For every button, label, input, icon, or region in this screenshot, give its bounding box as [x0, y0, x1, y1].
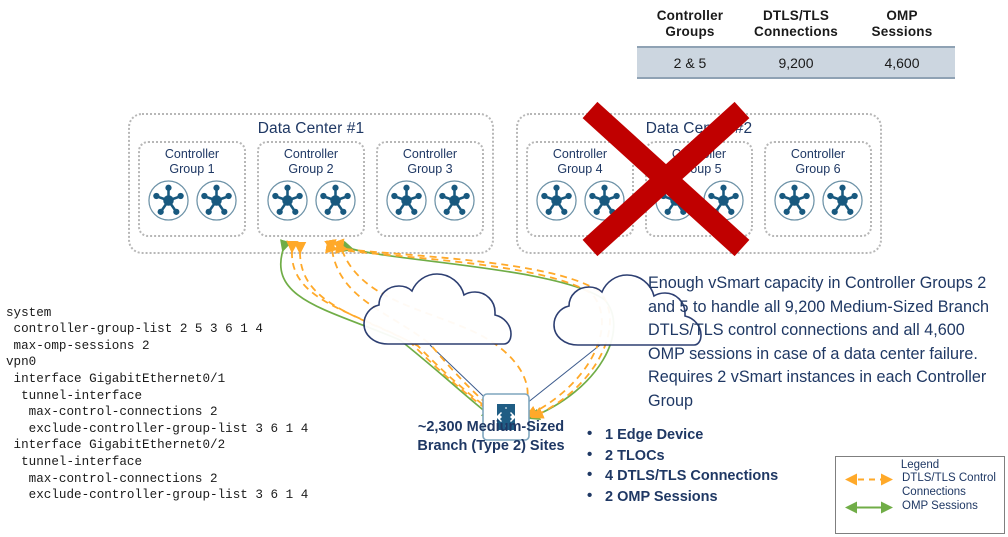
vsmart-controller-icon	[147, 180, 189, 221]
vsmart-controller-icon	[535, 180, 577, 221]
controller-group-1-icons	[147, 179, 238, 222]
summary-table-data-row: 2 & 5 9,200 4,600	[637, 48, 955, 77]
controller-group-2-icons	[266, 179, 357, 222]
controller-group-6[interactable]: Controller Group 6	[764, 141, 872, 237]
legend-item-omp: OMP Sessions	[836, 500, 1004, 514]
controller-group-3[interactable]: Controller Group 3	[376, 141, 484, 237]
vsmart-controller-icon	[773, 180, 815, 221]
data-center-2-container: Data Center #2 Controller Group 4 Contro…	[516, 113, 882, 254]
controller-group-2-label: Controller Group 2	[283, 147, 339, 176]
controller-group-4-label: Controller Group 4	[552, 147, 608, 176]
omp-session-paths	[280, 239, 615, 420]
controller-group-6-icons	[773, 179, 864, 222]
controller-group-6-label: Controller Group 6	[790, 147, 846, 176]
solid-double-arrow-icon	[840, 500, 902, 514]
legend-box: Legend DTLS/TLS Control Connections OMP …	[835, 456, 1005, 534]
controller-group-5[interactable]: Controller Group 5	[645, 141, 753, 237]
controller-group-1-label: Controller Group 1	[164, 147, 220, 176]
data-center-1-groups: Controller Group 1 Controller Group 2 Co…	[130, 138, 492, 237]
cell-omp-sessions: 4,600	[884, 54, 920, 71]
controller-group-3-icons	[385, 179, 476, 222]
table-bottom-rule	[637, 77, 955, 79]
legend-label-omp: OMP Sessions	[902, 500, 978, 512]
legend-title: Legend	[900, 459, 940, 471]
data-center-2-groups: Controller Group 4 Controller Group 5 Co…	[518, 138, 880, 237]
device-configuration-text: system controller-group-list 2 5 3 6 1 4…	[6, 305, 309, 503]
list-item: 2 OMP Sessions	[583, 486, 833, 508]
controller-group-4[interactable]: Controller Group 4	[526, 141, 634, 237]
list-item: 4 DTLS/TLS Connections	[583, 465, 833, 487]
transport-cloud-1	[363, 273, 512, 345]
vsmart-controller-icon	[654, 180, 696, 221]
legend-item-dtls-tls: DTLS/TLS Control Connections	[836, 472, 1004, 499]
transport-links	[429, 344, 601, 416]
cell-controller-groups: 2 & 5	[673, 54, 707, 71]
controller-group-5-icons	[654, 179, 745, 222]
data-center-1-title: Data Center #1	[257, 120, 365, 137]
dtls-tls-control-paths	[286, 238, 611, 420]
vsmart-controller-icon	[385, 180, 427, 221]
summary-header-omp-sessions: OMP Sessions	[871, 8, 933, 39]
controller-group-3-label: Controller Group 3	[402, 147, 458, 176]
capacity-explanation-text: Enough vSmart capacity in Controller Gro…	[648, 274, 990, 410]
data-center-1-container: Data Center #1 Controller Group 1 Contro…	[128, 113, 494, 254]
vsmart-controller-icon	[314, 180, 356, 221]
vsmart-controller-icon	[433, 180, 475, 221]
list-item: 2 TLOCs	[583, 445, 833, 467]
vsmart-controller-icon	[702, 180, 744, 221]
dashed-double-arrow-icon	[840, 472, 902, 486]
vsmart-controller-icon	[266, 180, 308, 221]
branch-sites-label: ~2,300 Medium-Sized Branch (Type 2) Site…	[417, 419, 565, 454]
cell-dtls-tls-connections: 9,200	[778, 54, 814, 71]
controller-group-5-label: Controller Group 5	[671, 147, 727, 176]
vsmart-controller-icon	[195, 180, 237, 221]
summary-table: Controller Groups DTLS/TLS Connections O…	[637, 0, 955, 79]
vsmart-controller-icon	[821, 180, 863, 221]
summary-table-header-row: Controller Groups DTLS/TLS Connections O…	[637, 0, 955, 40]
summary-header-dtls-tls-connections: DTLS/TLS Connections	[754, 8, 838, 39]
summary-header-controller-groups: Controller Groups	[656, 8, 724, 39]
vsmart-controller-icon	[583, 180, 625, 221]
branch-stats-list: 1 Edge Device 2 TLOCs 4 DTLS/TLS Connect…	[583, 424, 833, 508]
controller-group-4-icons	[535, 179, 626, 222]
diagram-canvas: Controller Groups DTLS/TLS Connections O…	[0, 0, 1008, 537]
controller-group-1[interactable]: Controller Group 1	[138, 141, 246, 237]
data-center-2-title: Data Center #2	[645, 120, 753, 137]
list-item: 1 Edge Device	[583, 424, 833, 446]
controller-group-2[interactable]: Controller Group 2	[257, 141, 365, 237]
legend-label-dtls-tls: DTLS/TLS Control Connections	[902, 472, 996, 498]
